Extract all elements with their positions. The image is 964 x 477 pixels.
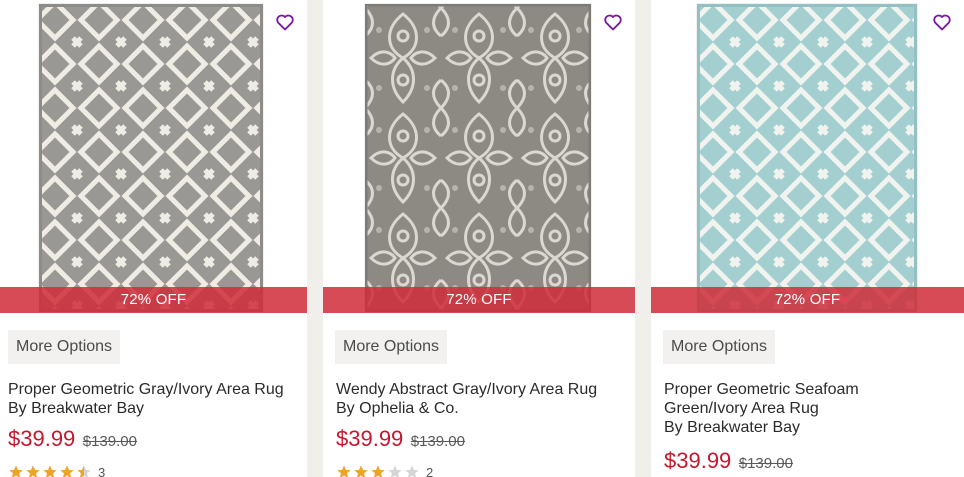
product-title[interactable]: Proper Geometric Seafoam Green/Ivory Are…	[664, 380, 958, 437]
product-image[interactable]	[39, 4, 263, 312]
favorite-heart-icon[interactable]	[275, 12, 295, 32]
star-rating[interactable]: 3	[8, 464, 105, 477]
discount-badge: 72% OFF	[323, 287, 635, 313]
product-image[interactable]	[697, 4, 917, 312]
price-row: $39.99 $139.00	[664, 448, 793, 474]
favorite-heart-icon[interactable]	[932, 12, 952, 32]
discount-badge: 72% OFF	[651, 287, 964, 313]
sale-price: $39.99	[8, 426, 76, 451]
star-icon	[43, 465, 57, 477]
product-title[interactable]: Proper Geometric Gray/Ivory Area Rug By …	[8, 380, 301, 418]
star-empty-icon	[388, 465, 402, 477]
more-options-button[interactable]: More Options	[663, 330, 776, 364]
original-price: $139.00	[82, 433, 137, 450]
star-rating[interactable]: 2	[336, 464, 433, 477]
review-count: 2	[426, 464, 434, 477]
original-price: $139.00	[738, 455, 793, 472]
product-card[interactable]: 72% OFF More Options Proper Geometric Se…	[651, 0, 964, 477]
product-card[interactable]: 72% OFF More Options Proper Geometric Gr…	[0, 0, 307, 477]
sale-price: $39.99	[336, 426, 404, 451]
rug-lattice-graphic	[697, 4, 917, 312]
star-icon	[9, 465, 23, 477]
star-icon	[371, 465, 385, 477]
price-row: $39.99 $139.00	[336, 426, 465, 452]
discount-badge: 72% OFF	[0, 287, 307, 313]
sale-price: $39.99	[664, 448, 732, 473]
more-options-button[interactable]: More Options	[8, 330, 121, 364]
price-row: $39.99 $139.00	[8, 426, 137, 452]
favorite-heart-icon[interactable]	[603, 12, 623, 32]
product-image[interactable]	[365, 4, 591, 312]
rug-damask-graphic	[365, 4, 591, 312]
star-icon	[26, 465, 40, 477]
star-icon	[60, 465, 74, 477]
original-price: $139.00	[410, 433, 465, 450]
review-count: 3	[98, 464, 106, 477]
more-options-button[interactable]: More Options	[335, 330, 448, 364]
star-half-icon	[77, 465, 91, 477]
star-icon	[354, 465, 368, 477]
product-title[interactable]: Wendy Abstract Gray/Ivory Area Rug By Op…	[336, 380, 629, 418]
product-card[interactable]: 72% OFF More Options Wendy Abstract Gray…	[323, 0, 635, 477]
star-empty-icon	[405, 465, 419, 477]
star-icon	[337, 465, 351, 477]
rug-lattice-graphic	[39, 4, 263, 312]
